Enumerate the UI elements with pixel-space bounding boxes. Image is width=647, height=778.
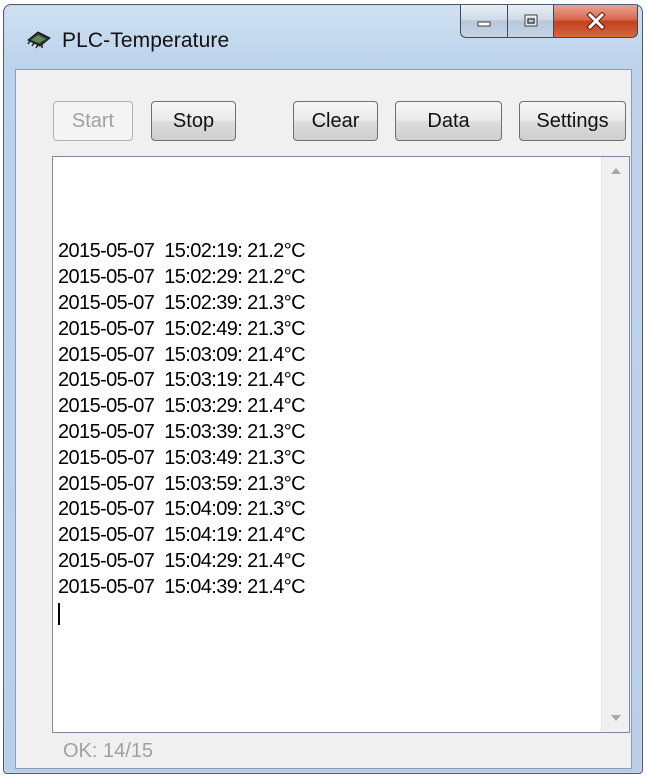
log-line: 2015-05-07 15:02:39: 21.3°C	[58, 291, 306, 314]
log-line: 2015-05-07 15:03:09: 21.4°C	[58, 343, 306, 366]
arrow-up-icon	[610, 168, 621, 174]
clear-button[interactable]: Clear	[293, 101, 378, 141]
close-icon	[585, 12, 606, 30]
log-line: 2015-05-07 15:04:29: 21.4°C	[58, 549, 306, 572]
stop-button[interactable]: Stop	[151, 101, 236, 141]
client-area: Start Stop Clear Data Settings 2015-05-0…	[15, 69, 632, 769]
close-button[interactable]	[554, 5, 638, 38]
status-label: OK: 14/15	[63, 740, 154, 762]
text-caret	[58, 602, 60, 625]
caption-buttons	[460, 5, 638, 43]
scroll-down-button[interactable]	[602, 704, 629, 732]
vertical-scrollbar[interactable]	[601, 157, 629, 732]
arrow-down-icon	[610, 715, 621, 721]
plc-chip-icon	[27, 31, 51, 49]
log-line: 2015-05-07 15:02:19: 21.2°C	[58, 240, 306, 263]
app-window: PLC-Temperature Start Stop Clear Data Se…	[3, 4, 643, 774]
scroll-up-button[interactable]	[602, 157, 629, 185]
settings-button[interactable]: Settings	[519, 101, 626, 141]
log-line: 2015-05-07 15:02:29: 21.2°C	[58, 266, 306, 289]
title-bar[interactable]: PLC-Temperature	[4, 5, 642, 69]
temperature-log-textbox[interactable]: 2015-05-07 15:02:19: 21.2°C 2015-05-07 15…	[52, 156, 630, 733]
log-line: 2015-05-07 15:04:19: 21.4°C	[58, 524, 306, 547]
window-title: PLC-Temperature	[62, 29, 230, 52]
log-line: 2015-05-07 15:03:59: 21.3°C	[58, 472, 306, 495]
maximize-button[interactable]	[508, 5, 554, 38]
minimize-button[interactable]	[460, 5, 508, 38]
log-line: 2015-05-07 15:03:29: 21.4°C	[58, 395, 306, 418]
log-line: 2015-05-07 15:04:39: 21.4°C	[58, 575, 306, 598]
start-button[interactable]: Start	[53, 101, 133, 141]
log-line: 2015-05-07 15:03:39: 21.3°C	[58, 420, 306, 443]
log-line: 2015-05-07 15:03:19: 21.4°C	[58, 369, 306, 392]
log-line: 2015-05-07 15:04:09: 21.3°C	[58, 498, 306, 521]
maximize-icon	[524, 14, 537, 27]
log-lines: 2015-05-07 15:02:19: 21.2°C 2015-05-07 15…	[58, 162, 306, 625]
log-line: 2015-05-07 15:03:49: 21.3°C	[58, 446, 306, 469]
log-line: 2015-05-07 15:02:49: 21.3°C	[58, 317, 306, 340]
minimize-icon	[477, 21, 491, 27]
data-button[interactable]: Data	[395, 101, 502, 141]
